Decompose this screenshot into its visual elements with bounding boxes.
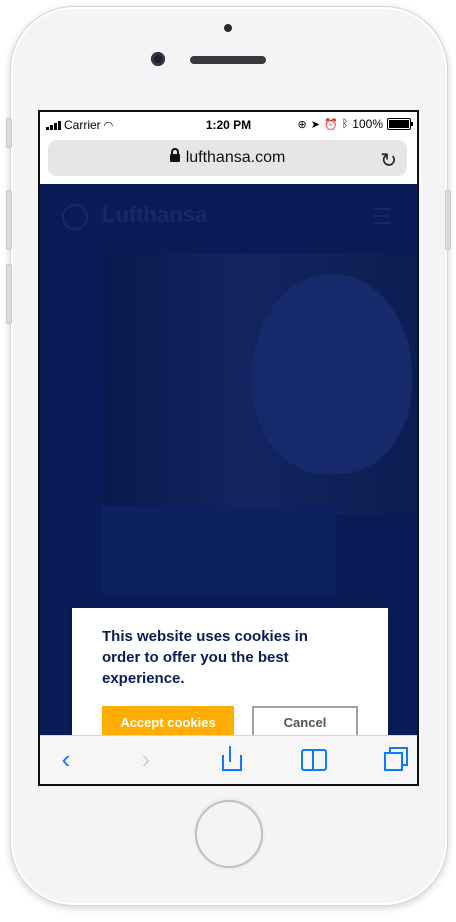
location-icon: ➤ [310,118,320,131]
back-icon[interactable]: ‹ [48,742,84,776]
bluetooth-icon: ᛒ [341,118,349,130]
volume-down-button [6,264,12,324]
tabs-icon[interactable] [378,742,414,776]
power-button [445,190,451,250]
lufthansa-crane-logo-icon [62,204,88,230]
home-button[interactable] [195,800,263,868]
alarm-icon: ⏰ [323,118,338,131]
address-bar[interactable]: lufthansa.com ↻ [48,140,407,176]
battery-icon [387,118,413,130]
status-bar: Carrier ◠ 1:20 PM ⊕ ➤ ⏰ ᛒ 100% [40,112,417,138]
hamburger-menu-icon[interactable] [373,208,389,224]
url-text: lufthansa.com [185,149,286,166]
earpiece-speaker [190,56,266,64]
hero-portrait [252,274,412,474]
battery-percentage: 100% [352,117,383,131]
status-right: ⊕ ➤ ⏰ ᛒ 100% [297,117,413,131]
accept-cookies-button[interactable]: Accept cookies [102,706,234,738]
front-camera-icon [151,52,165,66]
orientation-lock-icon: ⊕ [297,118,307,131]
proximity-sensor [224,24,232,32]
address-display: lufthansa.com [48,148,407,167]
web-content: Lufthansa This website uses cookies in o… [40,184,417,758]
reload-icon[interactable]: ↻ [380,148,397,173]
safari-toolbar: ‹ › [40,735,417,784]
phone-screen: Carrier ◠ 1:20 PM ⊕ ➤ ⏰ ᛒ 100% lufthansa… [38,110,419,786]
share-icon[interactable] [212,742,248,776]
site-brand: Lufthansa [102,202,208,227]
hero-image [102,254,417,514]
volume-up-button [6,190,12,250]
bookmarks-icon[interactable] [296,742,332,776]
cookie-message: This website uses cookies in order to of… [102,628,308,687]
cancel-button[interactable]: Cancel [252,706,358,738]
mute-switch [6,118,12,148]
lock-icon [169,148,180,162]
overlaid-card [102,506,336,596]
forward-icon[interactable]: › [128,742,164,776]
